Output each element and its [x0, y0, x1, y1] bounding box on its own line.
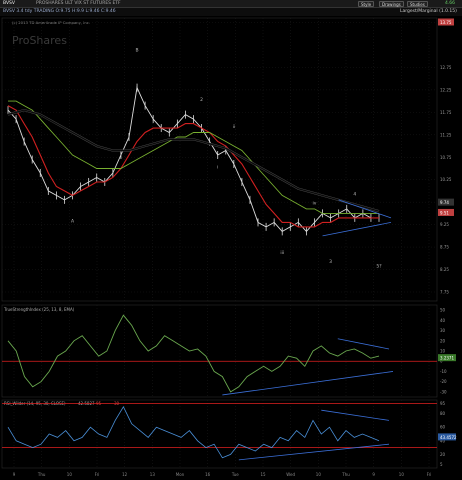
price-scale-label-6: 10.25: [440, 177, 452, 182]
tsi-value-tag: 3.2371: [440, 356, 454, 361]
time-tick-8: Tue: [231, 472, 239, 477]
time-tick-7: 16: [205, 472, 211, 477]
price-scale-label-8: 9.25: [440, 222, 449, 227]
price-tag-1: 9.74: [440, 200, 449, 205]
time-tick-14: 10: [399, 472, 405, 477]
wave-label-3: ii: [233, 124, 236, 130]
tsi-scale-label-8: -30: [440, 389, 447, 394]
rsi-scale-label-4: 20: [440, 452, 446, 457]
tsi-scale-label-7: -20: [440, 379, 447, 384]
price-scale-label-1: 12.75: [440, 65, 452, 70]
tsi-scale-label-3: 20: [440, 338, 446, 343]
wave-label-8: 4: [353, 191, 356, 197]
rsi-scale-label-2: 60: [440, 425, 446, 430]
wave-label-4: i: [217, 164, 218, 170]
tsi-scale-label-0: 50: [440, 308, 446, 313]
price-scale-label-5: 10.75: [440, 155, 452, 160]
price-scale-label-2: 12.25: [440, 87, 452, 92]
panel-frame-0: [1, 17, 438, 302]
rsi-scale-label-1: 80: [440, 411, 446, 416]
tsi-scale-label-2: 30: [440, 328, 446, 333]
rsi-scale-label-0: 95: [440, 401, 446, 406]
time-tick-11: 10: [316, 472, 322, 477]
panel-frame-2: [1, 399, 438, 469]
tsi-title: TrueStrengthIndex (25, 13, 8, EMA): [3, 307, 75, 312]
tsi-scale-label-6: -10: [440, 369, 447, 374]
wave-label-7: 3: [329, 259, 332, 265]
wave-label-6: iv: [313, 200, 317, 206]
panel-frame-1: [1, 304, 438, 398]
time-tick-0: 9: [13, 472, 16, 477]
wave-label-2: 2: [200, 97, 203, 103]
time-tick-12: Thu: [341, 472, 350, 477]
stock-chart[interactable]: 9 Thu 10 Fri 12 13 Mon 16 Tue 15 Wed 10 Thu 9 10 Fri Pro…: [0, 0, 462, 480]
tsi-scale-label-4: 10: [440, 349, 446, 354]
wave-label-5: iii: [280, 250, 284, 256]
rsi-scale-label-5: 5: [440, 462, 443, 467]
time-tick-15: Fri: [427, 472, 432, 477]
price-scale-label-11: 7.75: [440, 290, 449, 295]
time-tick-5: 13: [150, 472, 156, 477]
wave-label-1: B: [135, 48, 138, 54]
price-scale-label-3: 11.75: [440, 110, 452, 115]
rsi-value-tag: 43.4572: [440, 435, 457, 440]
time-tick-4: 12: [122, 472, 128, 477]
price-tag-2: 9.51: [440, 210, 449, 215]
time-tick-2: 10: [67, 472, 73, 477]
time-tick-3: Fri: [95, 472, 100, 477]
time-tick-9: 15: [260, 472, 266, 477]
wave-label-9: 5?: [376, 263, 382, 269]
tsi-scale-label-1: 40: [440, 318, 446, 323]
price-scale-label-4: 11.25: [440, 132, 452, 137]
time-tick-13: 9: [372, 472, 375, 477]
watermark-logo: ProShares: [12, 34, 67, 47]
price-scale-label-10: 8.25: [440, 267, 449, 272]
time-tick-10: Wed: [286, 472, 295, 477]
price-scale-label-9: 8.75: [440, 245, 449, 250]
time-tick-6: Mon: [176, 472, 185, 477]
time-tick-1: Thu: [37, 472, 46, 477]
price-tag-0: 13.75: [440, 20, 452, 25]
